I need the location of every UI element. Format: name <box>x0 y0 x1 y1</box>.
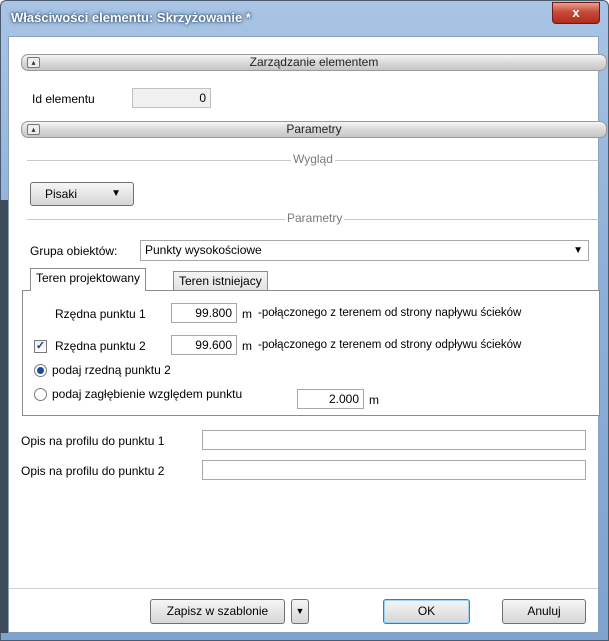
radio-rzedna-label: podaj rzedną punktu 2 <box>52 363 171 377</box>
rzedna2-note: -połączonego z terenem od strony odpływu… <box>258 339 522 351</box>
zaglebienie-field[interactable]: 2.000 <box>297 389 364 409</box>
radio-zaglebienie[interactable] <box>34 388 47 401</box>
opis2-field[interactable] <box>202 460 586 480</box>
section-parametry[interactable]: ▴ Parametry <box>21 121 607 138</box>
element-id-field: 0 <box>132 88 211 108</box>
radio-rzedna[interactable] <box>34 364 47 377</box>
dropdown-icon: ▼ <box>111 188 121 199</box>
rzedna2-unit: m <box>242 339 252 353</box>
element-id-label: Id elementu <box>32 92 95 106</box>
close-button[interactable]: x <box>552 2 600 24</box>
tab-teren-projektowany[interactable]: Teren projektowany <box>30 268 147 291</box>
dropdown-icon: ▼ <box>295 606 305 616</box>
pens-button-label: Pisaki <box>45 187 78 201</box>
pens-button[interactable]: Pisaki ▼ <box>30 182 134 206</box>
save-template-menu-button[interactable]: ▼ <box>291 599 309 624</box>
dropdown-icon: ▼ <box>573 245 583 256</box>
background-strip <box>0 200 8 633</box>
rzedna2-checkbox[interactable]: ✓ <box>34 340 47 353</box>
grupa-value: Punkty wysokościowe <box>145 243 262 257</box>
rzedna2-label: Rzędna punktu 2 <box>55 339 146 353</box>
grupa-label: Grupa obiektów: <box>30 244 118 258</box>
rzedna1-field[interactable]: 99.800 <box>171 303 237 323</box>
collapse-icon[interactable]: ▴ <box>27 57 40 68</box>
parametry-group-title: Parametry <box>285 211 345 225</box>
ok-button[interactable]: OK <box>383 599 470 624</box>
opis2-label: Opis na profilu do punktu 2 <box>21 464 165 478</box>
wyglad-title: Wygląd <box>291 152 335 166</box>
rzedna1-unit: m <box>242 307 252 321</box>
title-bar[interactable]: Właściwości elementu: Skrzyżowanie * x <box>1 1 608 37</box>
radio-dot <box>37 367 44 374</box>
section-zarzadzanie-label: Zarządzanie elementem <box>249 55 379 69</box>
collapse-icon[interactable]: ▴ <box>27 124 40 135</box>
footer-divider <box>9 588 598 589</box>
tab-teren-istniejacy[interactable]: Teren istniejacy <box>173 271 268 291</box>
section-parametry-label: Parametry <box>286 122 342 136</box>
zaglebienie-unit: m <box>369 393 379 407</box>
rzedna2-field[interactable]: 99.600 <box>171 335 237 355</box>
opis1-field[interactable] <box>202 430 586 450</box>
grupa-select[interactable]: Punkty wysokościowe ▼ <box>140 240 589 261</box>
save-template-button[interactable]: Zapisz w szablonie <box>150 599 285 624</box>
section-zarzadzanie[interactable]: ▴ Zarządzanie elementem <box>21 54 607 71</box>
window-title: Właściwości elementu: Skrzyżowanie * <box>11 10 251 25</box>
opis1-label: Opis na profilu do punktu 1 <box>21 434 165 448</box>
dialog-content: ▴ Zarządzanie elementem Id elementu 0 ▴ … <box>8 36 607 633</box>
checkmark-icon: ✓ <box>35 340 46 352</box>
rzedna1-note: -połączonego z terenem od strony napływu… <box>258 307 522 319</box>
rzedna1-label: Rzędna punktu 1 <box>55 307 146 321</box>
cancel-button[interactable]: Anuluj <box>502 599 586 624</box>
radio-zaglebienie-label: podaj zagłębienie względem punktu <box>52 387 243 401</box>
